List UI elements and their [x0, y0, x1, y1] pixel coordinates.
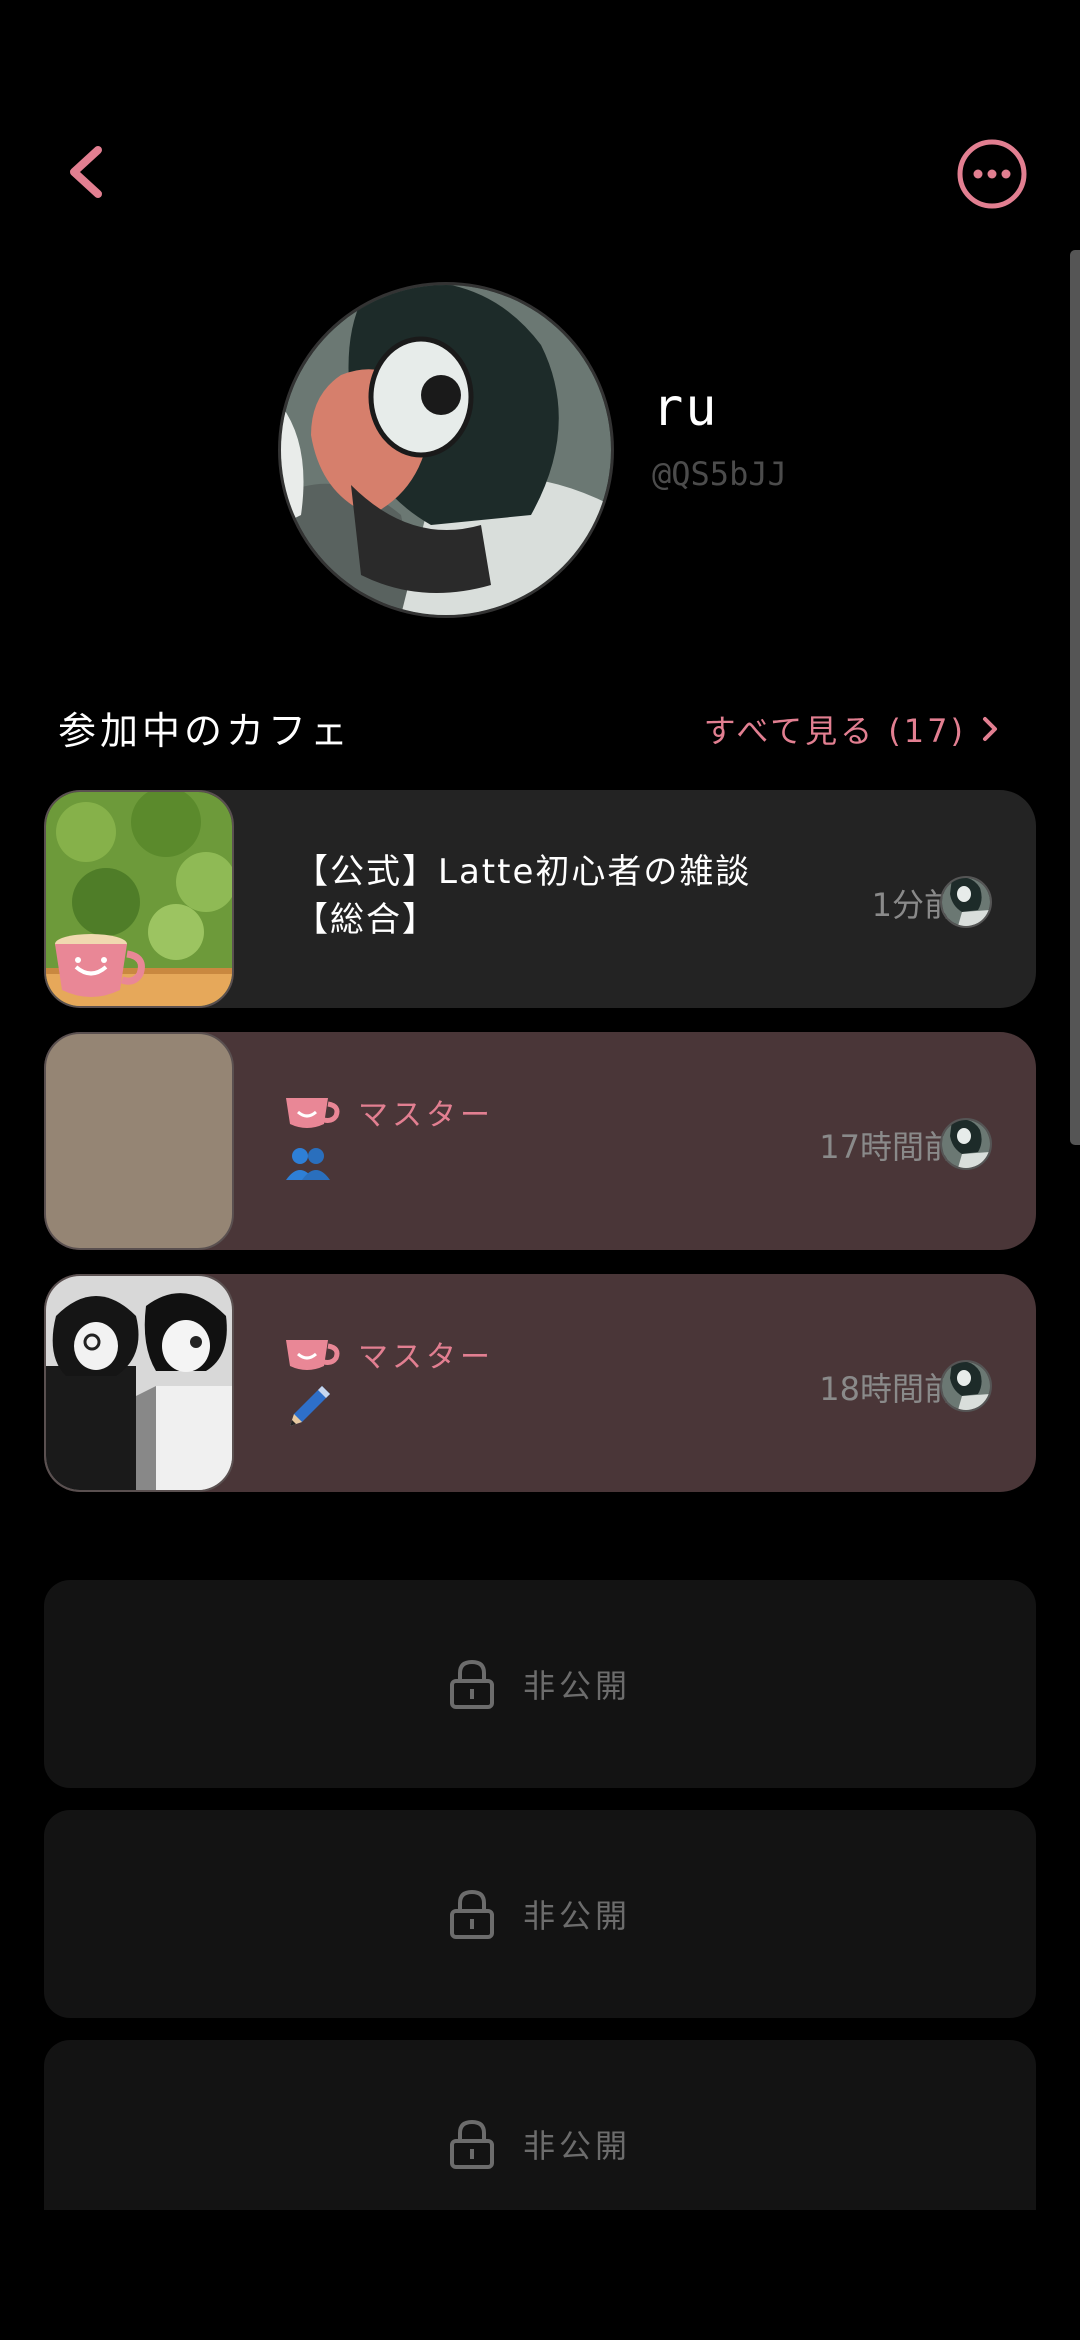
- private-label: 非公開: [522, 2127, 631, 2165]
- people-icon: [284, 1140, 334, 1190]
- cafe-name: 【公式】Latte初心者の雑談 【総合】: [294, 848, 751, 944]
- chevron-left-icon: [70, 146, 102, 198]
- bottom-area: [0, 2210, 1080, 2340]
- cafe-member-avatar: [940, 1360, 992, 1412]
- cafe-member-avatar: [940, 1118, 992, 1170]
- see-all-link[interactable]: すべて見る (17): [704, 706, 1000, 752]
- lock-icon: [449, 1659, 494, 1709]
- pen-icon: [284, 1382, 334, 1432]
- back-button[interactable]: [60, 140, 116, 204]
- cafe-card[interactable]: マスター 18時間前: [44, 1274, 1036, 1492]
- profile-name: ru: [652, 378, 719, 438]
- header: [0, 0, 1080, 300]
- cafe-card[interactable]: マスター 17時間前: [44, 1032, 1036, 1250]
- cafe-name-line1: 【公式】Latte初心者の雑談: [294, 852, 752, 892]
- private-cafe-card: 非公開: [44, 1810, 1036, 2018]
- cafe-name-line2: 【総合】: [294, 900, 438, 940]
- profile-handle: @QS5bJJ: [652, 455, 787, 493]
- lock-icon: [449, 2119, 494, 2169]
- scrollbar[interactable]: [1070, 250, 1080, 1145]
- cafe-last-activity: 18時間前: [819, 1370, 956, 1408]
- cafe-role-label: マスター: [358, 1340, 494, 1375]
- more-horizontal-icon: [957, 139, 1027, 209]
- cafe-role: マスター: [284, 1332, 494, 1376]
- more-options-button[interactable]: [956, 138, 1028, 210]
- private-label: 非公開: [522, 1667, 631, 1705]
- coffee-cup-icon: [286, 1098, 340, 1128]
- cafe-role: マスター: [284, 1090, 494, 1134]
- see-all-label: すべて見る (17): [703, 712, 966, 750]
- section-title: 参加中のカフェ: [58, 709, 353, 753]
- profile-avatar[interactable]: [278, 282, 614, 618]
- cafe-thumbnail: [44, 1032, 234, 1250]
- cafe-last-activity: 17時間前: [819, 1128, 956, 1166]
- private-cafe-card: 非公開: [44, 1580, 1036, 1788]
- private-label: 非公開: [522, 1897, 631, 1935]
- lock-icon: [449, 1889, 494, 1939]
- coffee-cup-icon: [286, 1340, 340, 1370]
- cafe-card[interactable]: 【公式】Latte初心者の雑談 【総合】 1分前: [44, 790, 1036, 1008]
- cafe-role-label: マスター: [358, 1098, 494, 1133]
- cafe-thumbnail: [44, 790, 234, 1008]
- chevron-right-icon: [983, 717, 997, 741]
- cafe-member-avatar: [940, 876, 992, 928]
- cafe-thumbnail: [44, 1274, 234, 1492]
